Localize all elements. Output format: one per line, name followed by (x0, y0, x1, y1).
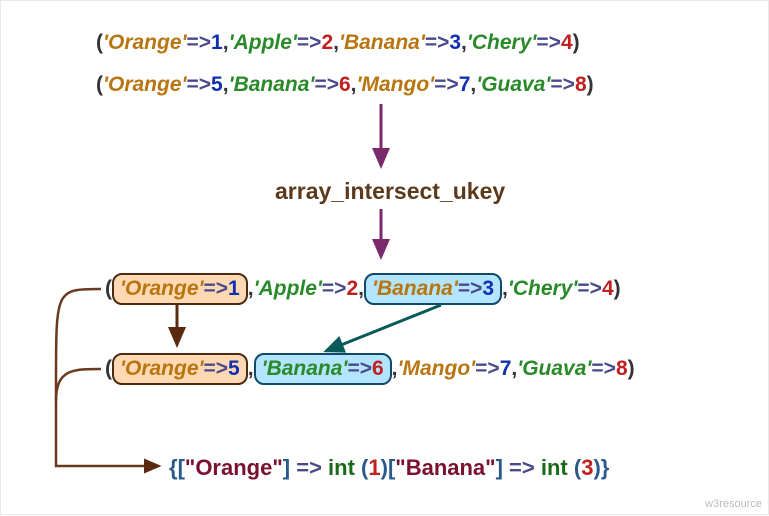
input-array-1-highlighted: ('Orange'=>1,'Apple'=>2,'Banana'=>3,'Che… (105, 273, 621, 305)
pair-guava: 'Guava'=>8 (517, 357, 627, 380)
key-text: 'Mango' (357, 73, 435, 96)
pair-apple: 'Apple'=>2 (254, 277, 359, 300)
key-text: 'Mango' (398, 357, 476, 380)
input-array-2: ('Orange'=>5,'Banana'=>6,'Mango'=>7,'Gua… (96, 73, 594, 97)
open-bracket: [ (178, 455, 185, 480)
assoc-arrow: => (458, 277, 483, 300)
result-output: {["Orange"] => int (1)["Banana"] => int … (169, 455, 609, 481)
close-paren: ) (593, 455, 600, 480)
assoc-arrow: => (204, 357, 229, 380)
value-text: 7 (500, 357, 512, 380)
attribution-text: w3resource (705, 498, 762, 510)
result-key: "Banana" (395, 455, 495, 480)
int-word: int (541, 455, 574, 480)
assoc-arrow: => (434, 73, 459, 96)
value-text: 3 (482, 277, 494, 300)
open-paren: ( (96, 73, 103, 96)
close-brace: } (601, 455, 610, 480)
value-text: 8 (575, 73, 587, 96)
assoc-arrow: => (314, 73, 339, 96)
result-key: "Orange" (185, 455, 283, 480)
value-text: 6 (339, 73, 351, 96)
key-text: 'Chery' (467, 31, 537, 54)
assoc-arrow: => (577, 277, 602, 300)
int-word: int (328, 455, 361, 480)
pill-banana: 'Banana'=>3 (364, 273, 502, 305)
pair-guava: 'Guava'=>8 (476, 73, 586, 96)
assoc-arrow: => (290, 455, 328, 480)
close-paren: ) (381, 455, 388, 480)
close-paren: ) (628, 357, 635, 380)
close-bracket: ] (283, 455, 290, 480)
key-text: 'Guava' (476, 73, 550, 96)
key-text: 'Orange' (103, 73, 187, 96)
assoc-arrow: => (503, 455, 541, 480)
key-text: 'Apple' (254, 277, 322, 300)
key-text: 'Orange' (103, 31, 187, 54)
assoc-arrow: => (297, 31, 322, 54)
pill-banana: 'Banana'=>6 (254, 353, 392, 385)
value-text: 8 (616, 357, 628, 380)
value-text: 6 (372, 357, 384, 380)
assoc-arrow: => (425, 31, 450, 54)
value-text: 1 (228, 277, 240, 300)
value-text: 1 (211, 31, 223, 54)
key-text: 'Banana' (229, 73, 315, 96)
arrow-to-result-branch (56, 369, 101, 401)
arrow-banana-match (326, 305, 441, 351)
close-paren: ) (587, 73, 594, 96)
result-val: 1 (368, 455, 380, 480)
comma: , (248, 357, 254, 380)
value-text: 4 (602, 277, 614, 300)
key-text: 'Banana' (262, 357, 348, 380)
assoc-arrow: => (322, 277, 347, 300)
pair-orange: 'Orange'=>1 (103, 31, 223, 54)
assoc-arrow: => (187, 31, 212, 54)
result-val: 3 (581, 455, 593, 480)
pair-chery: 'Chery'=>4 (467, 31, 573, 54)
open-paren: ( (105, 357, 112, 380)
pair-banana: 'Banana'=>6 (229, 73, 351, 96)
pair-chery: 'Chery'=>4 (508, 277, 614, 300)
pair-mango: 'Mango'=>7 (398, 357, 512, 380)
pill-orange: 'Orange'=>1 (112, 273, 248, 305)
assoc-arrow: => (204, 277, 229, 300)
pair-mango: 'Mango'=>7 (357, 73, 471, 96)
assoc-arrow: => (347, 357, 372, 380)
value-text: 4 (561, 31, 573, 54)
input-array-2-highlighted: ('Orange'=>5,'Banana'=>6,'Mango'=>7,'Gua… (105, 353, 635, 385)
value-text: 7 (459, 73, 471, 96)
open-paren: ( (105, 277, 112, 300)
close-paren: ) (573, 31, 580, 54)
key-text: 'Orange' (120, 357, 204, 380)
key-text: 'Banana' (372, 277, 458, 300)
key-text: 'Apple' (229, 31, 297, 54)
value-text: 5 (211, 73, 223, 96)
value-text: 5 (228, 357, 240, 380)
assoc-arrow: => (187, 73, 212, 96)
pill-orange: 'Orange'=>5 (112, 353, 248, 385)
value-text: 2 (346, 277, 358, 300)
assoc-arrow: => (591, 357, 616, 380)
assoc-arrow: => (550, 73, 575, 96)
open-paren: ( (96, 31, 103, 54)
pair-banana: 'Banana'=>3 (339, 31, 461, 54)
pair-orange: 'Orange'=>5 (103, 73, 223, 96)
assoc-arrow: => (536, 31, 561, 54)
close-bracket: ] (496, 455, 503, 480)
function-name: array_intersect_ukey (275, 178, 505, 205)
pair-apple: 'Apple'=>2 (229, 31, 334, 54)
close-paren: ) (614, 277, 621, 300)
input-array-1: ('Orange'=>1,'Apple'=>2,'Banana'=>3,'Che… (96, 31, 580, 55)
key-text: 'Orange' (120, 277, 204, 300)
value-text: 2 (321, 31, 333, 54)
key-text: 'Guava' (517, 357, 591, 380)
assoc-arrow: => (475, 357, 500, 380)
value-text: 3 (449, 31, 461, 54)
key-text: 'Banana' (339, 31, 425, 54)
open-brace: { (169, 455, 178, 480)
key-text: 'Chery' (508, 277, 578, 300)
